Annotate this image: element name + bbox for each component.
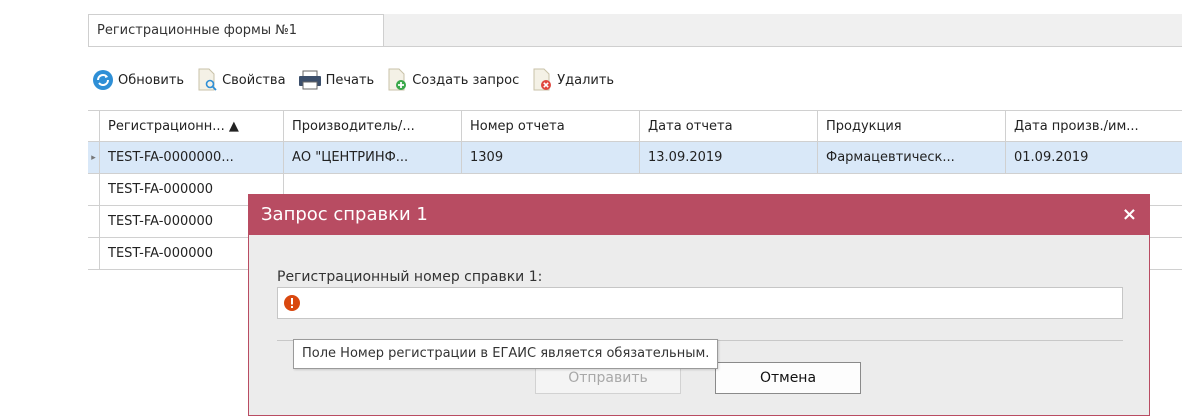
column-header-registration[interactable]: Регистрационн... ▲ [100,111,284,143]
cell-report-number: 1309 [462,142,640,174]
refresh-label: Обновить [118,72,185,88]
column-header-producer[interactable]: Производитель/... [284,111,462,143]
column-header-product[interactable]: Продукция [818,111,1006,143]
cell-producer: АО "ЦЕНТРИНФ... [284,142,462,174]
row-indicator [88,206,100,238]
column-header-report-number[interactable]: Номер отчета [462,111,640,143]
document-search-icon [198,68,217,91]
delete-label: Удалить [557,72,615,88]
grid-header-row: Регистрационн... ▲ Производитель/... Ном… [88,110,1182,143]
refresh-button[interactable]: Обновить [88,65,188,95]
document-add-icon [388,68,407,91]
current-row-arrow-icon: ▸ [88,142,100,174]
cancel-button[interactable]: Отмена [715,362,861,394]
dialog-title: Запрос справки 1 [249,195,1149,235]
refresh-icon [93,70,113,90]
request-dialog: Запрос справки 1 × Регистрационный номер… [248,194,1150,416]
cell-production-date: 01.09.2019 [1014,150,1089,165]
registration-number-field[interactable] [277,287,1123,319]
cell-report-date: 13.09.2019 [640,142,818,174]
properties-button[interactable]: Свойства [192,65,290,95]
column-header-report-date[interactable]: Дата отчета [640,111,818,143]
print-button[interactable]: Печать [294,65,379,95]
column-header-production-date[interactable]: Дата произв./им... [1006,111,1182,143]
tab-label: Регистрационные формы №1 [97,23,298,38]
error-icon [284,295,300,311]
cell-product: Фармацевтическ... [818,142,1006,174]
toolbar: Обновить Свойства Печать Создать запрос [88,62,618,98]
tab-registration-forms[interactable]: Регистрационные формы №1 [88,14,384,46]
delete-button[interactable]: Удалить [527,65,618,95]
row-indicator [88,174,100,206]
document-delete-icon [533,68,552,91]
registration-number-label: Регистрационный номер справки 1: [277,269,543,285]
properties-label: Свойства [222,72,286,88]
cell-registration: TEST-FA-0000000... [100,142,284,174]
table-row[interactable]: ▸ TEST-FA-0000000... АО "ЦЕНТРИНФ... 130… [88,142,1182,174]
create-request-label: Создать запрос [412,72,520,88]
printer-icon [298,70,321,90]
row-indicator [88,238,100,270]
close-icon[interactable]: × [1122,195,1137,235]
create-request-button[interactable]: Создать запрос [382,65,523,95]
validation-tooltip: Поле Номер регистрации в ЕГАИС является … [293,339,719,369]
print-label: Печать [325,72,375,88]
row-indicator-header [88,111,100,143]
